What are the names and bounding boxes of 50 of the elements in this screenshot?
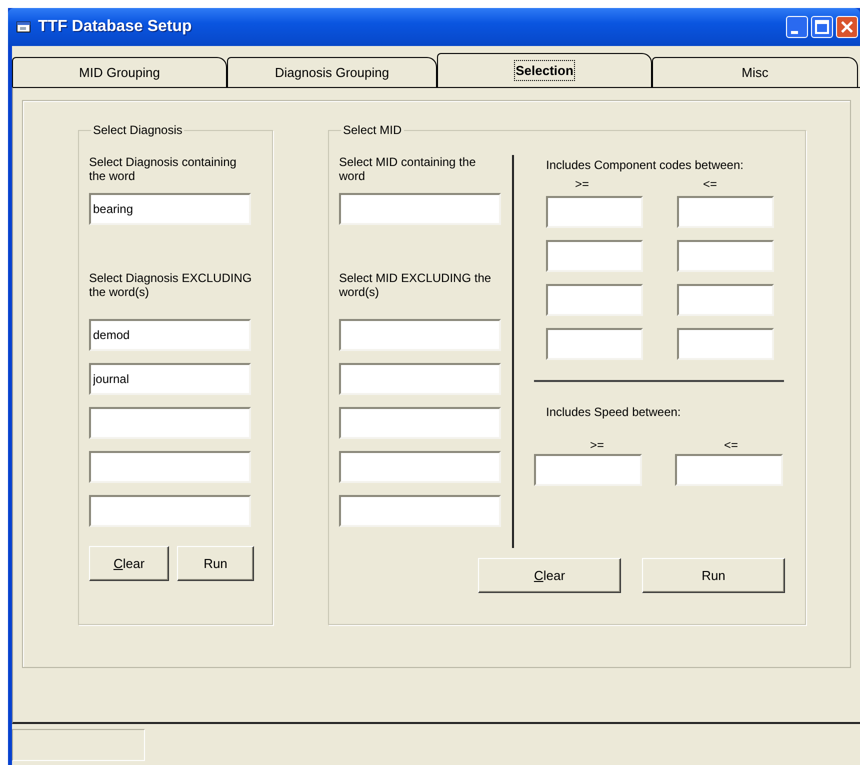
text-field[interactable]: [534, 454, 642, 486]
field-label: Includes Component codes between:: [546, 158, 744, 172]
text-field[interactable]: [339, 363, 501, 395]
text-field[interactable]: [677, 328, 774, 360]
field-label: Select MID containing the word: [339, 155, 477, 183]
tab[interactable]: MID Grouping: [12, 57, 227, 87]
text-field[interactable]: [677, 196, 774, 228]
field-label: Includes Speed between:: [546, 405, 682, 419]
text-field[interactable]: [89, 495, 251, 527]
field-label: Select Diagnosis EXCLUDING the word(s): [89, 271, 253, 299]
close-button[interactable]: [836, 16, 858, 38]
operator-label: >=: [590, 438, 604, 452]
group-title: Select MID: [342, 123, 403, 137]
app-icon: [16, 20, 32, 34]
minimize-icon: [791, 30, 798, 34]
group-title: Select Diagnosis: [92, 123, 184, 137]
text-field[interactable]: [546, 240, 643, 272]
field-label: Select MID EXCLUDING the word(s): [339, 271, 492, 299]
operator-label: >=: [575, 177, 590, 191]
action-button[interactable]: Clear: [478, 558, 621, 593]
text-field[interactable]: [546, 328, 643, 360]
text-field[interactable]: [675, 454, 783, 486]
action-button[interactable]: Run: [177, 546, 254, 581]
text-field[interactable]: [339, 495, 501, 527]
text-field[interactable]: [89, 407, 251, 439]
operator-label: <=: [703, 177, 718, 191]
text-field[interactable]: [339, 319, 501, 351]
close-icon: [839, 19, 855, 35]
text-field[interactable]: [339, 451, 501, 483]
text-field[interactable]: [677, 284, 774, 316]
tab[interactable]: Misc: [652, 57, 858, 87]
tab[interactable]: Diagnosis Grouping: [227, 57, 437, 87]
text-field[interactable]: [546, 284, 643, 316]
maximize-button[interactable]: [811, 16, 833, 38]
text-field[interactable]: journal: [89, 363, 251, 395]
text-field[interactable]: [89, 451, 251, 483]
window-title: TTF Database Setup: [38, 17, 192, 37]
maximize-icon: [814, 19, 830, 35]
text-field[interactable]: [546, 196, 643, 228]
text-field[interactable]: [339, 193, 501, 225]
text-field[interactable]: [339, 407, 501, 439]
text-field[interactable]: demod: [89, 319, 251, 351]
action-button[interactable]: Clear: [89, 546, 169, 581]
action-button[interactable]: Run: [642, 558, 785, 593]
tab[interactable]: Selection: [437, 53, 652, 87]
text-field[interactable]: bearing: [89, 193, 251, 225]
text-field[interactable]: [677, 240, 774, 272]
operator-label: <=: [724, 438, 738, 452]
field-label: Select Diagnosis containing the word: [89, 155, 238, 183]
minimize-button[interactable]: [786, 16, 808, 38]
